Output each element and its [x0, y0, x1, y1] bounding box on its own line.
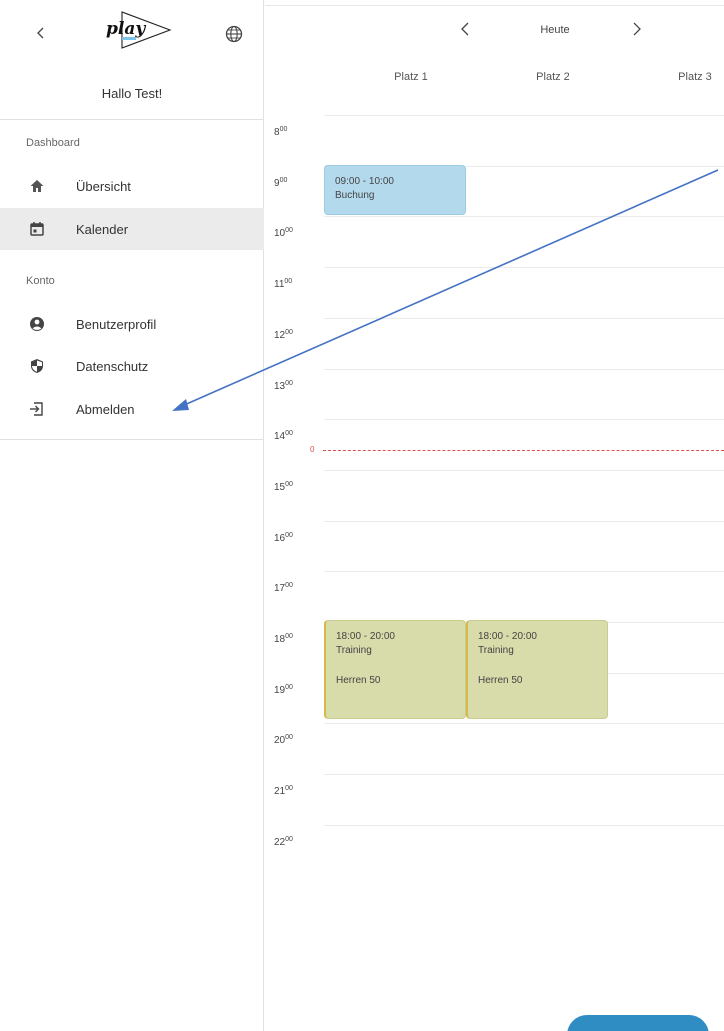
hour-label: 2000 [274, 734, 293, 747]
hour-gridline [324, 317, 724, 319]
svg-text:play: play [106, 19, 146, 39]
hour-gridline [324, 571, 724, 573]
event-time: 09:00 - 10:00 [335, 176, 394, 187]
event-time: 18:00 - 20:00 [336, 631, 395, 642]
calendar-event[interactable]: 18:00 - 20:00 Training Herren 50 [466, 620, 608, 719]
event-title: Training [478, 645, 514, 656]
account-circle-icon [30, 317, 44, 331]
sidebar-item-abmelden[interactable]: Abmelden [0, 388, 264, 430]
event-detail: Herren 50 [336, 675, 381, 686]
event-title: Buchung [335, 190, 375, 201]
hour-label: 1600 [274, 531, 293, 544]
current-time-line [323, 450, 724, 451]
collapse-sidebar-button[interactable] [30, 22, 52, 44]
previous-day-button[interactable] [456, 20, 476, 41]
sidebar-item-label: Kalender [76, 221, 129, 237]
sidebar-item-uebersicht[interactable]: Übersicht [0, 165, 264, 207]
hour-gridline [324, 368, 724, 370]
current-time-marker: 0 [310, 445, 315, 454]
hour-label: 2200 [274, 835, 293, 848]
hour-label: 1500 [274, 480, 293, 493]
hour-gridline [324, 216, 724, 218]
sidebar-header: play Hallo Test! [0, 0, 264, 120]
chevron-right-icon [633, 22, 641, 36]
sidebar-item-kalender[interactable]: Kalender [0, 208, 264, 250]
chevron-left-icon [461, 22, 469, 36]
next-day-button[interactable] [626, 20, 646, 41]
calendar-icon [30, 222, 44, 236]
hour-gridline [324, 723, 724, 725]
sidebar: play Hallo Test! Dashboard Übersicht Kal… [0, 0, 264, 1031]
court-header: Platz 3 [678, 71, 712, 83]
hour-label: 900 [274, 176, 288, 189]
calendar-event[interactable]: 18:00 - 20:00 Training Herren 50 [324, 620, 466, 719]
sidebar-divider [0, 439, 264, 440]
section-label-dashboard: Dashboard [26, 137, 80, 149]
greeting-text: Hallo Test! [101, 86, 163, 101]
sidebar-item-benutzerprofil[interactable]: Benutzerprofil [0, 303, 264, 345]
sidebar-item-label: Abmelden [76, 401, 135, 417]
hour-gridline [324, 419, 724, 421]
hour-label: 1800 [274, 633, 293, 645]
hour-gridline [324, 824, 724, 826]
court-header: Platz 2 [536, 71, 570, 83]
floating-action-button[interactable] [567, 1015, 709, 1031]
hour-label: 1200 [274, 328, 293, 341]
section-label-konto: Konto [26, 275, 55, 287]
chevron-left-icon [37, 27, 44, 39]
hour-label: 1900 [274, 683, 293, 696]
event-title: Training [336, 645, 372, 656]
calendar-view: Heute Platz 1 Platz 2 Platz 3 800 900 1000… [265, 0, 724, 1031]
hour-label: 1300 [274, 379, 293, 392]
shield-icon [31, 359, 43, 373]
hour-label: 2100 [274, 785, 293, 798]
today-button[interactable]: Heute [515, 24, 595, 36]
play-logo: play [106, 11, 172, 49]
event-time: 18:00 - 20:00 [478, 631, 537, 642]
hour-gridline [324, 267, 724, 269]
hour-gridline [324, 774, 724, 776]
sidebar-item-label: Datenschutz [76, 358, 149, 374]
hour-label: 1400 [274, 430, 293, 443]
sidebar-item-datenschutz[interactable]: Datenschutz [0, 345, 264, 387]
sidebar-item-label: Benutzerprofil [76, 316, 157, 332]
hour-label: 1700 [274, 582, 293, 595]
hour-gridline [324, 469, 724, 471]
calendar-top-border [265, 5, 724, 6]
globe-icon[interactable] [224, 24, 244, 44]
hour-label: 1100 [274, 278, 293, 291]
sidebar-item-label: Übersicht [76, 178, 131, 194]
home-icon [30, 180, 44, 192]
event-detail: Herren 50 [478, 675, 523, 686]
hour-gridline [324, 115, 724, 116]
calendar-event[interactable]: 09:00 - 10:00 Buchung [324, 165, 466, 215]
hour-label: 800 [274, 126, 288, 138]
logout-icon [30, 402, 43, 416]
hour-gridline [324, 520, 724, 522]
hour-label: 1000 [274, 227, 293, 240]
court-header: Platz 1 [394, 71, 428, 83]
